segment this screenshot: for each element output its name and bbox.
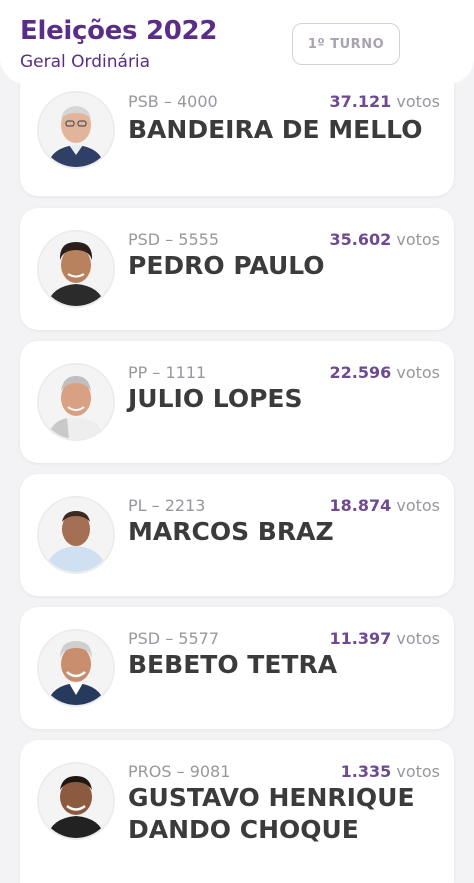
- round-button[interactable]: 1º TURNO: [292, 23, 400, 65]
- candidate-photo: [37, 363, 115, 441]
- candidate-party: PSD – 5577: [128, 629, 220, 648]
- candidate-photo: [37, 230, 115, 308]
- candidate-card[interactable]: PSD – 5555 35.602 votos PEDRO PAULO: [20, 208, 454, 330]
- candidate-name: MARCOS BRAZ: [128, 517, 334, 546]
- candidate-votes: 1.335 votos: [340, 762, 440, 781]
- candidate-name: GUSTAVO HENRIQUE DANDO CHOQUE: [128, 783, 415, 844]
- candidate-votes: 18.874 votos: [329, 496, 441, 515]
- candidate-party: PL – 2213: [128, 496, 206, 515]
- candidate-photo: [37, 629, 115, 707]
- candidate-votes: 37.121 votos: [329, 92, 441, 111]
- candidate-name: JULIO LOPES: [128, 384, 303, 413]
- candidate-photo: [37, 91, 115, 169]
- candidate-card[interactable]: PL – 2213 18.874 votos MARCOS BRAZ: [20, 474, 454, 596]
- candidate-photo: [37, 762, 115, 840]
- candidate-party: PROS – 9081: [128, 762, 231, 781]
- candidate-photo: [37, 496, 115, 574]
- candidate-name: BANDEIRA DE MELLO: [128, 115, 423, 144]
- candidate-party: PSB – 4000: [128, 92, 218, 111]
- candidate-votes: 11.397 votos: [329, 629, 441, 648]
- candidate-card[interactable]: PROS – 9081 1.335 votos GUSTAVO HENRIQUE…: [20, 740, 454, 883]
- candidate-votes: 35.602 votos: [329, 230, 441, 249]
- candidate-card[interactable]: PSD – 5577 11.397 votos BEBETO TETRA: [20, 607, 454, 729]
- candidate-party: PP – 1111: [128, 363, 207, 382]
- candidate-name: BEBETO TETRA: [128, 650, 338, 679]
- candidate-votes: 22.596 votos: [329, 363, 441, 382]
- candidate-party: PSD – 5555: [128, 230, 220, 249]
- candidate-card[interactable]: PP – 1111 22.596 votos JULIO LOPES: [20, 341, 454, 463]
- page-subtitle: Geral Ordinária: [20, 52, 151, 72]
- candidate-name: PEDRO PAULO: [128, 251, 325, 280]
- app-header: Eleições 2022 Geral Ordinária 1º TURNO: [0, 0, 474, 84]
- page-title: Eleições 2022: [20, 16, 218, 46]
